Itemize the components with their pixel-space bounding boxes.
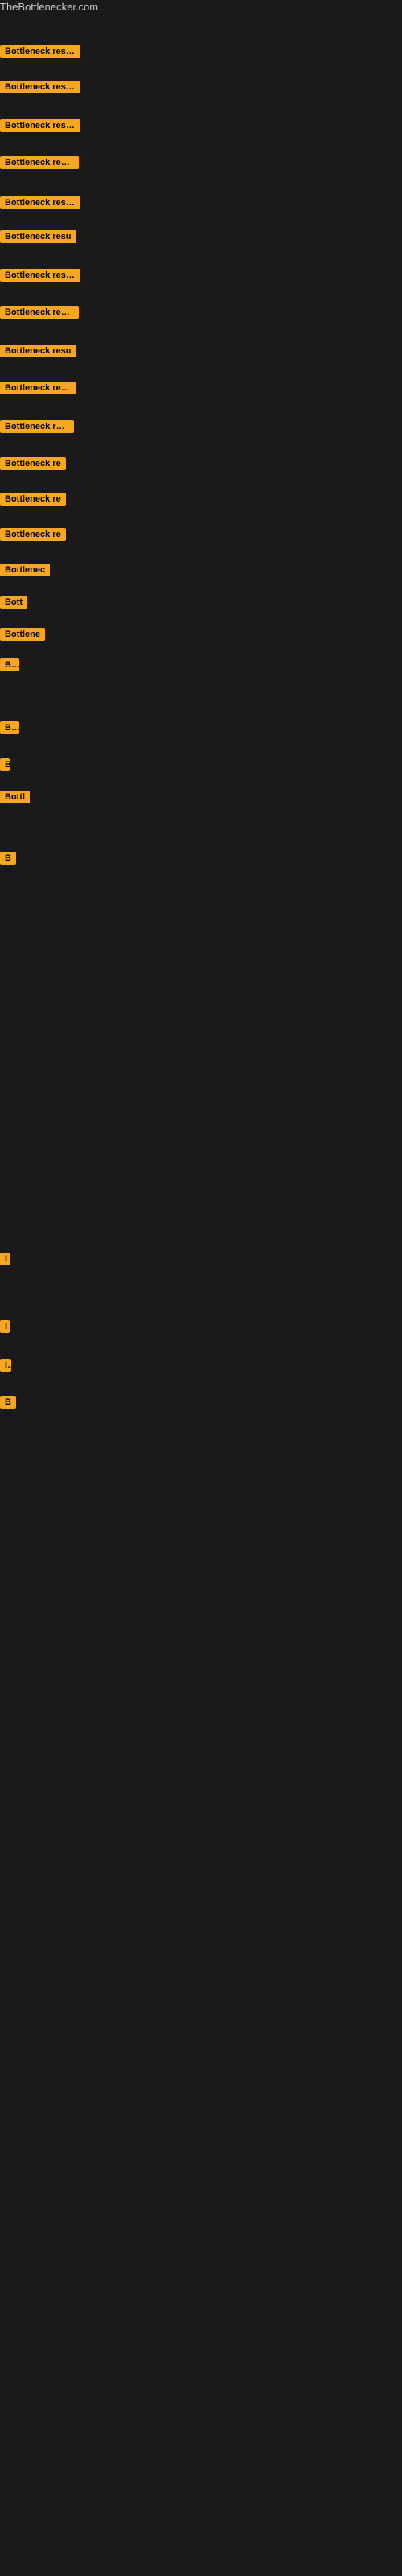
badge-label: B (0, 852, 16, 865)
badge-label: Bottleneck re (0, 493, 66, 506)
bottleneck-result-badge[interactable]: Bottlene (0, 628, 45, 645)
bottleneck-result-badge[interactable]: I (0, 1253, 10, 1269)
badge-label: B (0, 758, 10, 771)
bottleneck-result-badge[interactable]: Bo (0, 658, 19, 675)
badge-label: Bo (0, 658, 19, 671)
bottleneck-result-badge[interactable]: I (0, 1359, 11, 1376)
bottleneck-result-badge[interactable]: Bottleneck result (0, 80, 80, 97)
bottleneck-result-badge[interactable]: Bottleneck resu (0, 230, 76, 247)
badge-label: I (0, 1253, 10, 1265)
badge-label: Bottleneck result (0, 156, 79, 169)
badge-label: Bottleneck result (0, 45, 80, 58)
badge-label: Bottleneck result (0, 269, 80, 282)
bottleneck-result-badge[interactable]: Bottleneck result (0, 156, 79, 173)
badge-label: Bottleneck resu (0, 230, 76, 243)
bottleneck-result-badge[interactable]: Bottleneck re (0, 493, 66, 510)
site-header: TheBottlenecker.com (0, 0, 402, 14)
bottleneck-result-badge[interactable]: Bottleneck result (0, 196, 80, 213)
bottleneck-result-badge[interactable]: Bottleneck resu (0, 420, 74, 437)
badge-label: Bottleneck result (0, 306, 79, 319)
bottleneck-result-badge[interactable]: B (0, 852, 16, 869)
bottleneck-result-badge[interactable]: Bottleneck result (0, 306, 79, 323)
bottleneck-result-badge[interactable]: Bottlenec (0, 564, 50, 580)
badge-label: Bottlene (0, 628, 45, 641)
bottleneck-result-badge[interactable]: Bottleneck resu (0, 382, 76, 398)
bottleneck-result-badge[interactable]: B (0, 1396, 16, 1413)
badge-label: Bottleneck re (0, 457, 66, 470)
badge-label: Bottleneck re (0, 528, 66, 541)
bottleneck-result-badge[interactable]: Bottl (0, 791, 30, 807)
badge-label: Bottleneck resu (0, 420, 74, 433)
bottleneck-result-badge[interactable]: Bottleneck resu (0, 345, 76, 361)
bottleneck-result-badge[interactable]: Bottleneck result (0, 269, 80, 286)
badge-label: Bottleneck result (0, 119, 80, 132)
badge-label: Bottleneck resu (0, 345, 76, 357)
badge-label: B (0, 1396, 16, 1409)
badge-label: Bott (0, 596, 27, 609)
bottleneck-result-badge[interactable]: Bottleneck re (0, 528, 66, 545)
bottleneck-result-badge[interactable]: Bott (0, 596, 27, 613)
bottleneck-result-badge[interactable]: I (0, 1320, 10, 1337)
bottleneck-result-badge[interactable]: Bo (0, 721, 19, 738)
badge-label: Bottleneck result (0, 80, 80, 93)
badge-label: Bottlenec (0, 564, 50, 576)
bottleneck-result-badge[interactable]: Bottleneck result (0, 45, 80, 62)
bottleneck-result-badge[interactable]: B (0, 758, 10, 775)
badge-label: Bottl (0, 791, 30, 803)
bottleneck-result-badge[interactable]: Bottleneck result (0, 119, 80, 136)
badge-label: Bottleneck result (0, 196, 80, 209)
badge-label: Bo (0, 721, 19, 734)
bottleneck-result-badge[interactable]: Bottleneck re (0, 457, 66, 474)
badge-label: I (0, 1359, 11, 1372)
badge-label: I (0, 1320, 10, 1333)
badge-label: Bottleneck resu (0, 382, 76, 394)
